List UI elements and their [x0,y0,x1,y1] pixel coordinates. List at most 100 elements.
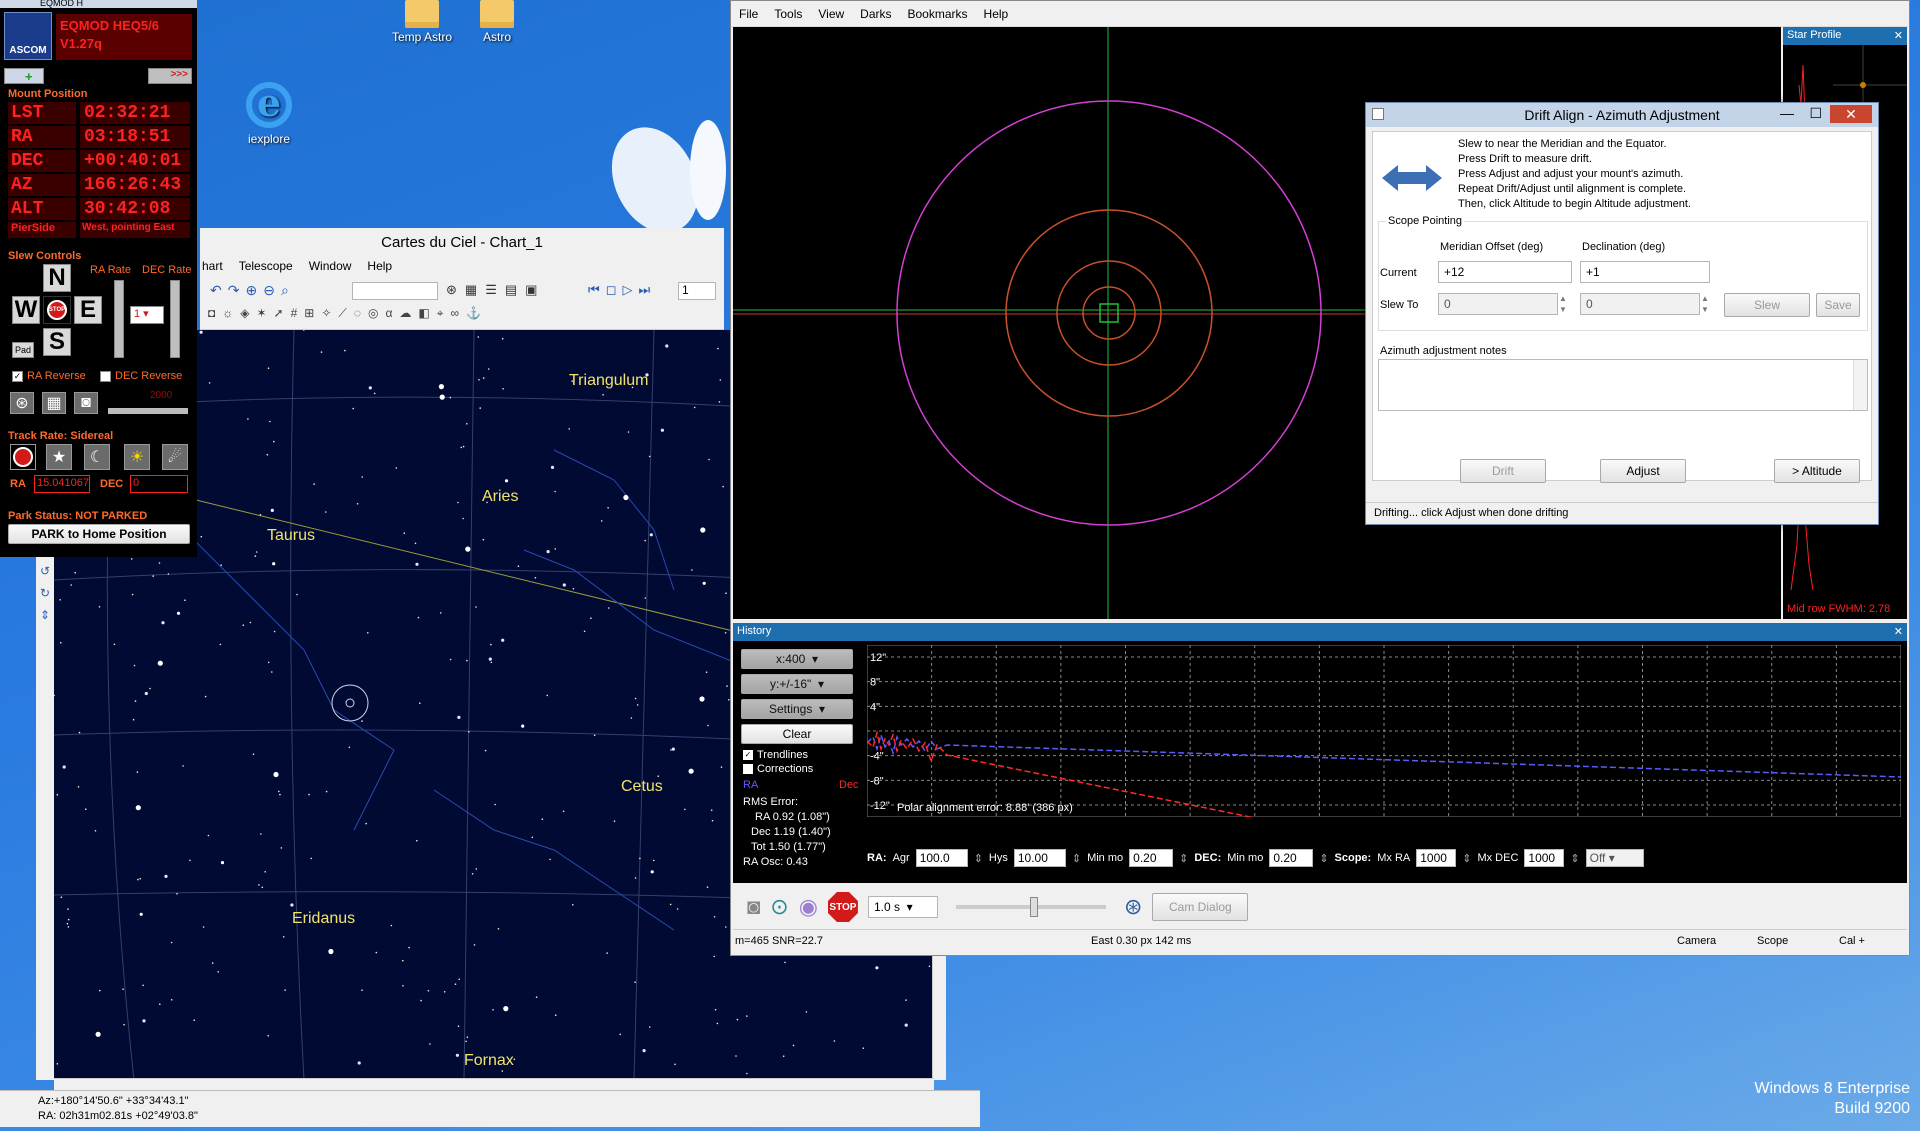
pad-button[interactable]: Pad [12,342,34,358]
dec-guide-mode-dropdown[interactable]: Off ▾ [1585,849,1644,867]
star-tool-icon[interactable]: ✶ [256,306,266,321]
constellation-icon[interactable]: ✧ [321,306,331,321]
notes-scrollbar[interactable] [1853,360,1867,410]
spin-icon[interactable]: ⇕ [1179,852,1188,865]
cartes-search-combo[interactable] [352,282,438,300]
zoom-in-icon[interactable]: ⊕ [245,282,257,299]
close-icon[interactable]: ✕ [1894,29,1903,43]
track-solar-button[interactable]: ☀ [124,444,150,470]
gamma-slider[interactable] [955,897,1106,917]
eq-grid-icon[interactable]: ⊞ [304,306,314,321]
grid-tile-button[interactable]: ▦ [42,392,66,414]
save-button[interactable]: Save [1816,293,1860,317]
track-sidereal-button[interactable]: ★ [46,444,72,470]
scope-icon[interactable]: ⌖ [437,306,444,321]
brain-icon[interactable]: ⊛ [1124,894,1142,920]
step-forward-icon[interactable]: ⏭ [639,282,651,298]
x-scale-dropdown[interactable]: x:400 ▾ [741,649,853,669]
desktop-icon-astro[interactable]: Astro [457,0,537,44]
play-icon[interactable]: ▷ [623,282,633,298]
phd-menu-tools[interactable]: Tools [774,7,802,21]
spin-icon[interactable]: ⇕ [1462,852,1471,865]
line-icon[interactable]: ⟋ [338,306,346,321]
slew-stop-button[interactable]: STOP [43,296,71,324]
phd-menu-help[interactable]: Help [984,7,1009,21]
dec-min-move-field[interactable]: 0.20 [1269,849,1314,867]
track-ra-field[interactable]: 15.041067 [34,475,90,493]
cloud-icon[interactable]: ☁ [399,306,411,321]
contrast-icon[interactable]: ◧ [418,306,429,321]
alpha-icon[interactable]: α [385,306,392,321]
cartes-menu-help[interactable]: Help [367,259,392,273]
trendlines-checkbox[interactable]: ✓ Trendlines [743,749,808,761]
grid-toggle-icon[interactable]: # [291,306,298,321]
camera-icon[interactable]: ◘ [208,306,215,321]
ra-hysteresis-field[interactable]: 10.00 [1013,849,1066,867]
ra-rate-slider[interactable] [114,280,124,358]
slider-thumb[interactable] [1029,897,1038,917]
dec-reverse-checkbox[interactable]: DEC Reverse [100,370,182,382]
slew-north-button[interactable]: N [43,264,71,292]
cam-dialog-button[interactable]: Cam Dialog [1152,893,1249,921]
current-declination-field[interactable]: +1 [1580,261,1710,283]
nebula-icon[interactable]: ◌ [354,306,361,321]
desktop-icon-temp-astro[interactable]: Temp Astro [382,0,462,44]
maximize-icon[interactable]: ☐ [1809,105,1822,122]
binoculars-tile-button[interactable]: ⊛ [10,392,34,414]
track-custom-button[interactable]: ☄ [162,444,188,470]
planet-icon[interactable]: ◎ [368,306,378,321]
phd-menu-view[interactable]: View [818,7,844,21]
close-button[interactable]: ✕ [1830,105,1872,123]
phd-menu-bookmarks[interactable]: Bookmarks [908,7,968,21]
zoom-fit-icon[interactable]: ⌕ [281,282,289,299]
adjust-button[interactable]: Adjust [1600,459,1686,483]
cartes-menu-telescope[interactable]: Telescope [239,259,293,273]
park-button[interactable]: PARK to Home Position [8,524,190,544]
grid-icon[interactable]: ▦ [465,282,477,298]
spin-icon[interactable]: ⇕ [974,852,983,865]
spin-icon[interactable]: ▲ ▼ [1559,293,1567,315]
tag-icon[interactable]: ◈ [240,306,249,321]
drift-button[interactable]: Drift [1460,459,1546,483]
clear-button[interactable]: Clear [741,724,853,744]
notes-textarea[interactable] [1378,359,1868,411]
max-ra-duration-field[interactable]: 1000 [1416,849,1457,867]
slew-button[interactable]: Slew [1724,293,1810,317]
rotate-left-icon[interactable]: ↺ [36,560,54,582]
ra-min-move-field[interactable]: 0.20 [1129,849,1174,867]
close-icon[interactable]: ✕ [1894,625,1903,639]
spin-icon[interactable]: ▲ ▼ [1701,293,1709,315]
current-meridian-field[interactable]: +12 [1438,261,1572,283]
spin-icon[interactable]: ⇕ [1319,852,1328,865]
add-device-button[interactable]: + [4,68,44,84]
slew-south-button[interactable]: S [43,328,71,356]
redo-icon[interactable]: ↷ [228,282,240,299]
loop-camera-icon[interactable]: ◙ [747,894,760,920]
phd-menu-darks[interactable]: Darks [860,7,891,21]
rate-select[interactable]: 1 ▾ [130,306,164,324]
pointer-icon[interactable]: ➚ [274,306,284,321]
slew-rate-slider[interactable] [108,408,188,414]
ra-aggressiveness-field[interactable]: 100.0 [915,849,968,867]
list-icon[interactable]: ☰ [485,282,497,298]
cartes-menu-window[interactable]: Window [309,259,352,273]
slew-to-declination-field[interactable]: 0 [1580,293,1700,315]
setup-button[interactable]: >>> [148,68,192,84]
spin-icon[interactable]: ⇕ [1570,852,1579,865]
undo-icon[interactable]: ↶ [210,282,222,299]
spiral-tile-button[interactable]: ◙ [74,392,98,414]
zoom-out-icon[interactable]: ⊖ [263,282,275,299]
flip-icon[interactable]: ⇕ [36,604,54,626]
bulb-icon[interactable]: ☼ [222,306,233,321]
phd-menu-file[interactable]: File [739,7,758,21]
corrections-checkbox[interactable]: Corrections [743,763,813,775]
spin-icon[interactable]: ⇕ [1072,852,1081,865]
altitude-button[interactable]: > Altitude [1774,459,1860,483]
exposure-dropdown[interactable]: 1.0 s ▾ [867,896,938,918]
track-lunar-button[interactable]: ☾ [84,444,110,470]
link-icon[interactable]: ∞ [451,306,460,321]
dec-rate-slider[interactable] [170,280,180,358]
cartes-menu-chart[interactable]: hart [202,259,223,273]
track-dec-field[interactable]: 0 [130,475,188,493]
desktop-icon-iexplore[interactable]: e iexplore [229,82,309,146]
